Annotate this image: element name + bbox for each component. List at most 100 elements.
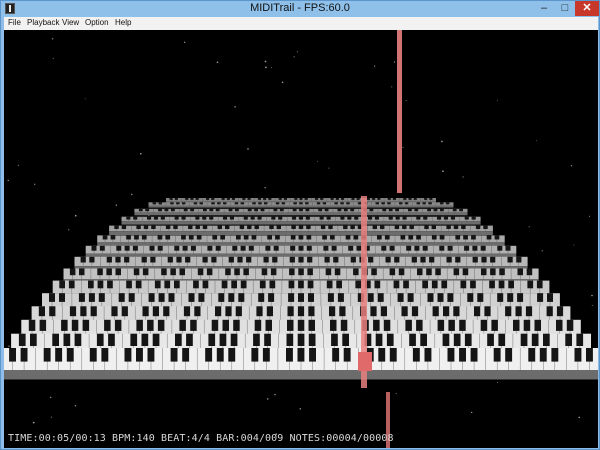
black-key bbox=[246, 256, 252, 263]
black-key bbox=[308, 333, 316, 346]
black-key bbox=[340, 202, 344, 205]
black-key bbox=[462, 268, 469, 276]
black-key bbox=[223, 202, 227, 205]
black-key bbox=[143, 225, 149, 229]
black-key bbox=[442, 333, 450, 346]
black-key bbox=[273, 245, 279, 251]
black-key bbox=[384, 235, 390, 240]
star bbox=[405, 100, 407, 101]
black-key bbox=[264, 202, 268, 205]
black-key bbox=[427, 208, 431, 212]
star bbox=[535, 140, 537, 141]
black-key bbox=[440, 202, 444, 205]
black-key bbox=[135, 280, 142, 289]
visualization-viewport[interactable]: TIME:00:05/00:13 BPM:140 BEAT:4/4 BAR:00… bbox=[4, 30, 598, 448]
black-key bbox=[494, 235, 500, 240]
black-key bbox=[254, 225, 259, 229]
black-key bbox=[288, 293, 295, 302]
black-key bbox=[141, 333, 149, 346]
black-key bbox=[517, 268, 523, 276]
black-key bbox=[574, 348, 582, 362]
black-key bbox=[182, 245, 188, 251]
black-key bbox=[377, 235, 382, 240]
black-key bbox=[261, 268, 268, 276]
black-key bbox=[448, 319, 455, 331]
black-key bbox=[206, 198, 210, 200]
black-key bbox=[576, 333, 584, 346]
black-key bbox=[447, 293, 454, 302]
black-key bbox=[298, 268, 304, 276]
black-key bbox=[403, 198, 407, 200]
close-button[interactable]: ✕ bbox=[575, 1, 599, 16]
black-key bbox=[372, 225, 377, 229]
black-key bbox=[412, 348, 420, 362]
black-key bbox=[186, 333, 193, 346]
black-key bbox=[453, 225, 459, 229]
black-key bbox=[97, 268, 103, 276]
black-key bbox=[517, 293, 524, 302]
star bbox=[591, 304, 593, 306]
black-key bbox=[441, 280, 448, 289]
star bbox=[52, 58, 54, 60]
black-key bbox=[493, 348, 501, 362]
black-key bbox=[223, 216, 228, 220]
black-key bbox=[240, 202, 245, 205]
black-key bbox=[247, 208, 252, 212]
menu-help[interactable]: Help bbox=[115, 18, 131, 27]
menu-option[interactable]: Option bbox=[85, 18, 109, 27]
menu-playback[interactable]: Playback bbox=[27, 18, 59, 27]
black-key bbox=[268, 293, 275, 302]
menu-view[interactable]: View bbox=[62, 18, 79, 27]
black-key bbox=[169, 198, 173, 200]
black-key bbox=[269, 280, 276, 289]
black-key bbox=[433, 208, 438, 212]
black-key bbox=[88, 293, 95, 302]
black-key bbox=[497, 293, 504, 302]
black-key bbox=[394, 225, 400, 229]
black-key bbox=[431, 225, 436, 229]
black-key bbox=[141, 256, 147, 263]
black-key bbox=[43, 348, 51, 362]
black-key bbox=[298, 245, 304, 251]
minimize-button[interactable]: – bbox=[533, 1, 555, 16]
black-key bbox=[543, 333, 550, 346]
black-key bbox=[293, 202, 297, 205]
title-bar[interactable]: MIDITrail - FPS:60.0 – □ ✕ bbox=[1, 1, 599, 17]
black-key bbox=[134, 235, 139, 240]
menu-file[interactable]: File bbox=[8, 18, 21, 27]
black-key bbox=[356, 198, 360, 200]
black-key bbox=[342, 333, 349, 346]
black-key bbox=[195, 225, 200, 229]
star bbox=[7, 179, 9, 182]
black-key bbox=[343, 348, 351, 362]
black-key bbox=[247, 225, 252, 229]
black-key bbox=[371, 268, 377, 276]
black-key bbox=[197, 268, 204, 276]
black-key bbox=[413, 198, 417, 200]
black-key bbox=[116, 245, 122, 251]
black-key bbox=[101, 348, 109, 362]
black-key bbox=[350, 208, 355, 212]
black-key bbox=[176, 256, 182, 263]
star bbox=[528, 226, 530, 228]
black-key bbox=[491, 319, 498, 331]
black-key bbox=[383, 319, 391, 331]
black-key bbox=[381, 245, 387, 251]
black-key bbox=[298, 235, 304, 240]
maximize-button[interactable]: □ bbox=[555, 1, 575, 16]
black-key bbox=[292, 216, 297, 220]
black-key bbox=[447, 245, 453, 251]
star bbox=[274, 393, 276, 396]
black-key bbox=[409, 333, 416, 346]
black-key bbox=[411, 256, 417, 263]
black-key bbox=[480, 319, 488, 331]
star bbox=[588, 215, 591, 217]
black-key bbox=[263, 198, 267, 200]
black-key bbox=[446, 225, 451, 229]
black-key bbox=[74, 333, 82, 346]
black-key bbox=[20, 348, 28, 362]
black-key bbox=[275, 235, 280, 240]
black-key bbox=[416, 235, 421, 240]
black-key bbox=[443, 306, 450, 317]
black-key bbox=[437, 319, 445, 331]
